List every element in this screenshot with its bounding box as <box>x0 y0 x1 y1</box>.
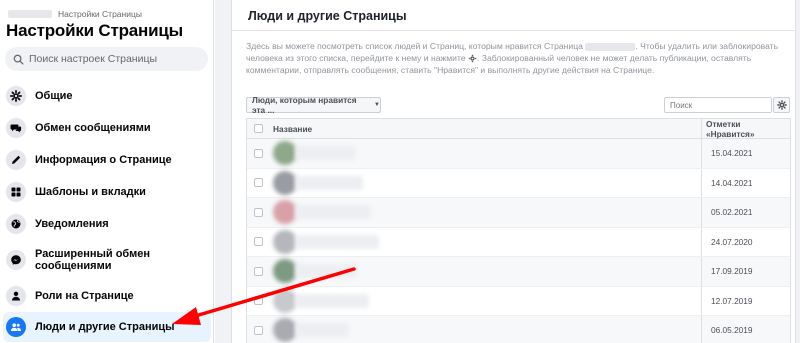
description: Здесь вы можете посмотреть список людей … <box>246 40 791 76</box>
settings-search-input[interactable] <box>29 53 199 65</box>
page-name-redacted <box>585 42 636 51</box>
breadcrumb: Настройки Страницы <box>8 9 142 19</box>
chat-icon <box>6 118 26 138</box>
column-header-name[interactable]: Название <box>273 124 312 134</box>
name-redacted[interactable] <box>295 175 363 190</box>
settings-sidebar: Настройки Страницы Настройки Страницы Об… <box>0 0 214 343</box>
person-icon <box>6 286 26 306</box>
name-redacted[interactable] <box>295 323 349 338</box>
nav-item-page-roles[interactable]: Роли на Странице <box>0 280 214 312</box>
avatar[interactable] <box>273 170 297 195</box>
column-divider <box>701 119 702 138</box>
table-search-input[interactable] <box>664 97 772 113</box>
gear-icon <box>468 54 477 63</box>
nav-label: Общие <box>35 90 73 102</box>
main-content: Люди и другие Страницы Здесь вы можете п… <box>215 0 800 343</box>
grid-icon <box>6 182 26 202</box>
row-checkbox[interactable] <box>254 178 263 188</box>
globe-icon <box>6 214 26 234</box>
nav-item-people-and-pages[interactable]: Люди и другие Страницы <box>3 312 211 342</box>
gear-icon <box>776 100 787 110</box>
row-checkbox[interactable] <box>254 266 263 276</box>
nav-item-page-info[interactable]: Информация о Странице <box>0 144 214 176</box>
row-checkbox[interactable] <box>254 325 263 335</box>
like-date: 14.04.2021 <box>711 177 753 188</box>
table-row[interactable]: 14.04.2021 <box>247 168 790 198</box>
table-row[interactable]: 06.05.2019 <box>247 316 790 343</box>
name-redacted[interactable] <box>295 264 357 279</box>
avatar[interactable] <box>273 229 297 254</box>
table-row[interactable]: 12.07.2019 <box>247 286 790 316</box>
page-name-redacted <box>8 10 52 18</box>
nav-item-general[interactable]: Общие <box>0 80 214 112</box>
avatar[interactable] <box>273 141 297 166</box>
column-divider <box>701 168 702 197</box>
column-divider <box>701 257 702 286</box>
divider <box>232 30 795 31</box>
column-divider <box>701 316 702 343</box>
breadcrumb-settings[interactable]: Настройки Страницы <box>58 9 142 19</box>
nav-label: Расширенный обмен сообщениями <box>35 248 150 272</box>
pencil-icon <box>6 150 26 170</box>
column-divider <box>701 286 702 315</box>
table-row[interactable]: 24.07.2020 <box>247 227 790 257</box>
table-row[interactable]: 17.09.2019 <box>247 257 790 287</box>
avatar[interactable] <box>273 259 297 284</box>
table-row[interactable]: 15.04.2021 <box>247 139 790 169</box>
name-redacted[interactable] <box>295 293 369 308</box>
table-body: 15.04.2021 14.04.2021 05.02.2021 24.07.2020… <box>247 139 790 343</box>
people-table: Название Отметки «Нравится» 15.04.2021 14… <box>246 118 791 343</box>
search-icon <box>13 54 24 65</box>
avatar[interactable] <box>273 318 297 343</box>
settings-search[interactable] <box>5 47 208 71</box>
chevron-down-icon: ▼ <box>374 102 380 108</box>
table-row[interactable]: 05.02.2021 <box>247 198 790 228</box>
people-card: Люди и другие Страницы Здесь вы можете п… <box>231 0 796 343</box>
nav-label: Уведомления <box>35 218 109 230</box>
row-checkbox[interactable] <box>254 296 263 306</box>
row-checkbox[interactable] <box>254 148 263 158</box>
nav-item-notifications[interactable]: Уведомления <box>0 208 214 240</box>
table-settings-button[interactable] <box>773 97 790 113</box>
column-divider <box>701 198 702 227</box>
like-date: 05.02.2021 <box>711 207 753 218</box>
gear-icon <box>6 86 26 106</box>
card-title: Люди и другие Страницы <box>248 9 407 23</box>
like-date: 12.07.2019 <box>711 295 753 306</box>
row-checkbox[interactable] <box>254 207 263 217</box>
column-header-date[interactable]: Отметки «Нравится» <box>706 119 790 139</box>
nav-label: Шаблоны и вкладки <box>35 186 146 198</box>
nav-label: Роли на Странице <box>35 290 134 302</box>
select-all-checkbox[interactable] <box>254 124 263 133</box>
name-redacted[interactable] <box>295 205 371 220</box>
page-title: Настройки Страницы <box>6 21 183 40</box>
column-divider <box>701 227 702 256</box>
audience-filter-dropdown[interactable]: Люди, которым нравится эта ... ▼ <box>246 95 381 115</box>
name-redacted[interactable] <box>295 146 355 161</box>
nav-label: Люди и другие Страницы <box>35 321 175 333</box>
name-redacted[interactable] <box>295 234 379 249</box>
nav-label: Обмен сообщениями <box>35 122 151 134</box>
row-checkbox[interactable] <box>254 237 263 247</box>
like-date: 17.09.2019 <box>711 266 753 277</box>
filter-label: Люди, которым нравится эта ... <box>252 95 357 115</box>
messenger-icon <box>6 250 26 270</box>
nav-item-messaging[interactable]: Обмен сообщениями <box>0 112 214 144</box>
nav-label: Информация о Странице <box>35 154 172 166</box>
like-date: 24.07.2020 <box>711 236 753 247</box>
table-header: Название Отметки «Нравится» <box>247 119 790 139</box>
settings-nav: Общие Обмен сообщениями Информация о Стр… <box>0 80 214 342</box>
avatar[interactable] <box>273 288 297 313</box>
avatar[interactable] <box>273 200 297 225</box>
like-date: 06.05.2019 <box>711 325 753 336</box>
nav-item-advanced-messaging[interactable]: Расширенный обмен сообщениями <box>0 240 214 280</box>
description-text-1: Здесь вы можете посмотреть список людей … <box>246 41 583 51</box>
like-date: 15.04.2021 <box>711 148 753 159</box>
people-icon <box>6 317 26 337</box>
column-divider <box>701 139 702 168</box>
nav-item-templates[interactable]: Шаблоны и вкладки <box>0 176 214 208</box>
